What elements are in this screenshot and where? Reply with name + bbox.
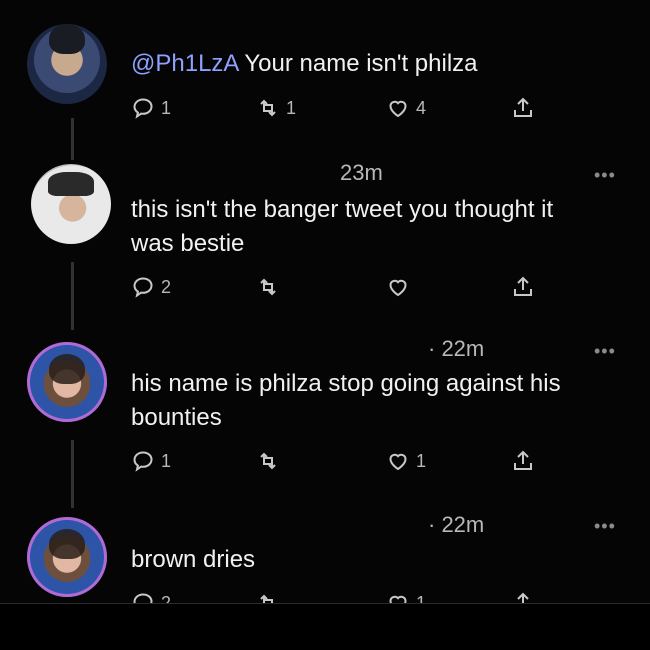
thread-line xyxy=(71,262,74,330)
tweet-text: @Ph1LzA Your name isn't philza xyxy=(131,50,478,77)
more-icon[interactable]: ••• xyxy=(594,342,616,360)
like-button[interactable] xyxy=(386,272,410,302)
tweet-actions: 1 1 xyxy=(131,446,551,476)
mention-link[interactable]: @Ph1LzA xyxy=(131,50,238,77)
thread-line xyxy=(71,440,74,508)
retweet-icon xyxy=(260,452,276,470)
avatar[interactable] xyxy=(31,164,111,244)
reply-button[interactable]: 1 xyxy=(131,93,171,123)
tweet-time: · 22m xyxy=(428,512,485,537)
avatar[interactable] xyxy=(27,517,107,597)
more-icon[interactable]: ••• xyxy=(594,517,616,535)
reply-icon xyxy=(133,277,153,298)
reply-icon xyxy=(133,98,153,119)
share-icon xyxy=(514,450,532,470)
tweet-time: · 22m xyxy=(428,336,485,361)
reply-button[interactable]: 2 xyxy=(131,272,171,302)
thread-line xyxy=(71,118,74,160)
share-button[interactable] xyxy=(511,272,535,302)
share-button[interactable] xyxy=(511,93,535,123)
like-button[interactable]: 4 xyxy=(386,93,426,123)
like-icon xyxy=(389,100,407,118)
tweet-text: brown dries xyxy=(131,546,256,573)
share-icon xyxy=(514,97,532,117)
retweet-button[interactable] xyxy=(256,446,280,476)
like-icon xyxy=(389,279,407,297)
screenshot-frame: @Ph1LzA Your name isn't philza 1 1 4 23m… xyxy=(0,0,650,650)
tweet-actions: 1 1 4 xyxy=(131,93,551,123)
reply-button[interactable]: 1 xyxy=(131,446,171,476)
avatar[interactable] xyxy=(27,24,107,104)
tweet-time: 23m xyxy=(340,160,383,185)
tweet-actions: 2 xyxy=(131,272,551,302)
reply-icon xyxy=(133,451,153,472)
like-button[interactable]: 1 xyxy=(386,446,426,476)
more-icon[interactable]: ••• xyxy=(594,166,616,184)
tweet-text: this isn't the banger tweet you thought … xyxy=(131,196,554,257)
tweet-text: his name is philza stop going against hi… xyxy=(131,370,561,431)
retweet-button[interactable]: 1 xyxy=(256,93,296,123)
bottom-cutoff xyxy=(0,604,650,650)
share-icon xyxy=(514,276,532,296)
retweet-icon xyxy=(260,278,276,296)
share-button[interactable] xyxy=(511,446,535,476)
avatar[interactable] xyxy=(27,342,107,422)
like-icon xyxy=(389,453,407,471)
retweet-icon xyxy=(260,99,276,117)
retweet-button[interactable] xyxy=(256,272,280,302)
